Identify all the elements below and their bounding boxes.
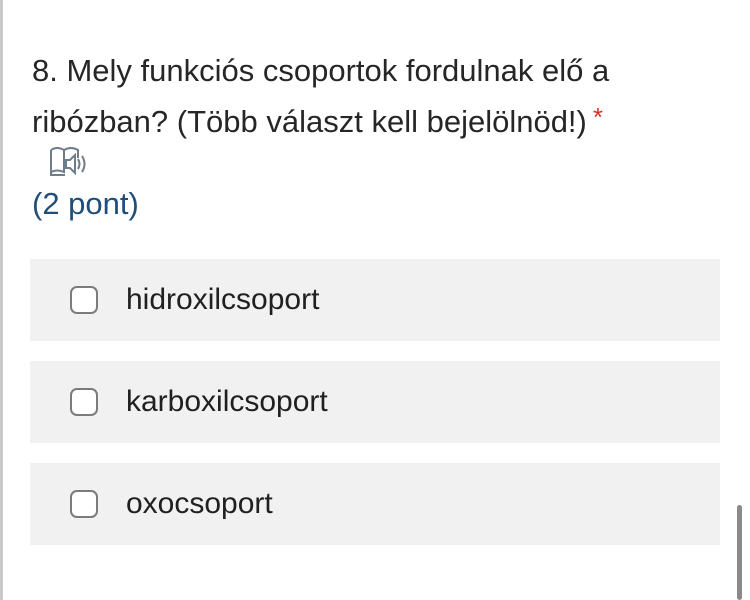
option-oxocsoport[interactable]: oxocsoport: [30, 463, 720, 545]
checkbox-unchecked[interactable]: [70, 490, 98, 518]
option-label: karboxilcsoport: [126, 385, 328, 418]
checkbox-unchecked[interactable]: [70, 388, 98, 416]
option-karboxilcsoport[interactable]: karboxilcsoport: [30, 361, 720, 443]
option-label: oxocsoport: [126, 487, 273, 520]
form-question-page: 8. Mely funkciós csoportok fordulnak elő…: [0, 0, 750, 600]
option-hidroxilcsoport[interactable]: hidroxilcsoport: [30, 259, 720, 341]
question-title: 8. Mely funkciós csoportok fordulnak elő…: [32, 48, 712, 145]
vertical-scrollbar[interactable]: [737, 505, 742, 600]
question-left-border: [0, 0, 3, 600]
speaker-book-icon[interactable]: [48, 144, 90, 180]
checkbox-unchecked[interactable]: [70, 286, 98, 314]
question-text: 8. Mely funkciós csoportok fordulnak elő…: [32, 53, 610, 139]
required-marker: *: [592, 102, 603, 132]
option-label: hidroxilcsoport: [126, 283, 320, 316]
question-points: (2 pont): [32, 186, 139, 221]
